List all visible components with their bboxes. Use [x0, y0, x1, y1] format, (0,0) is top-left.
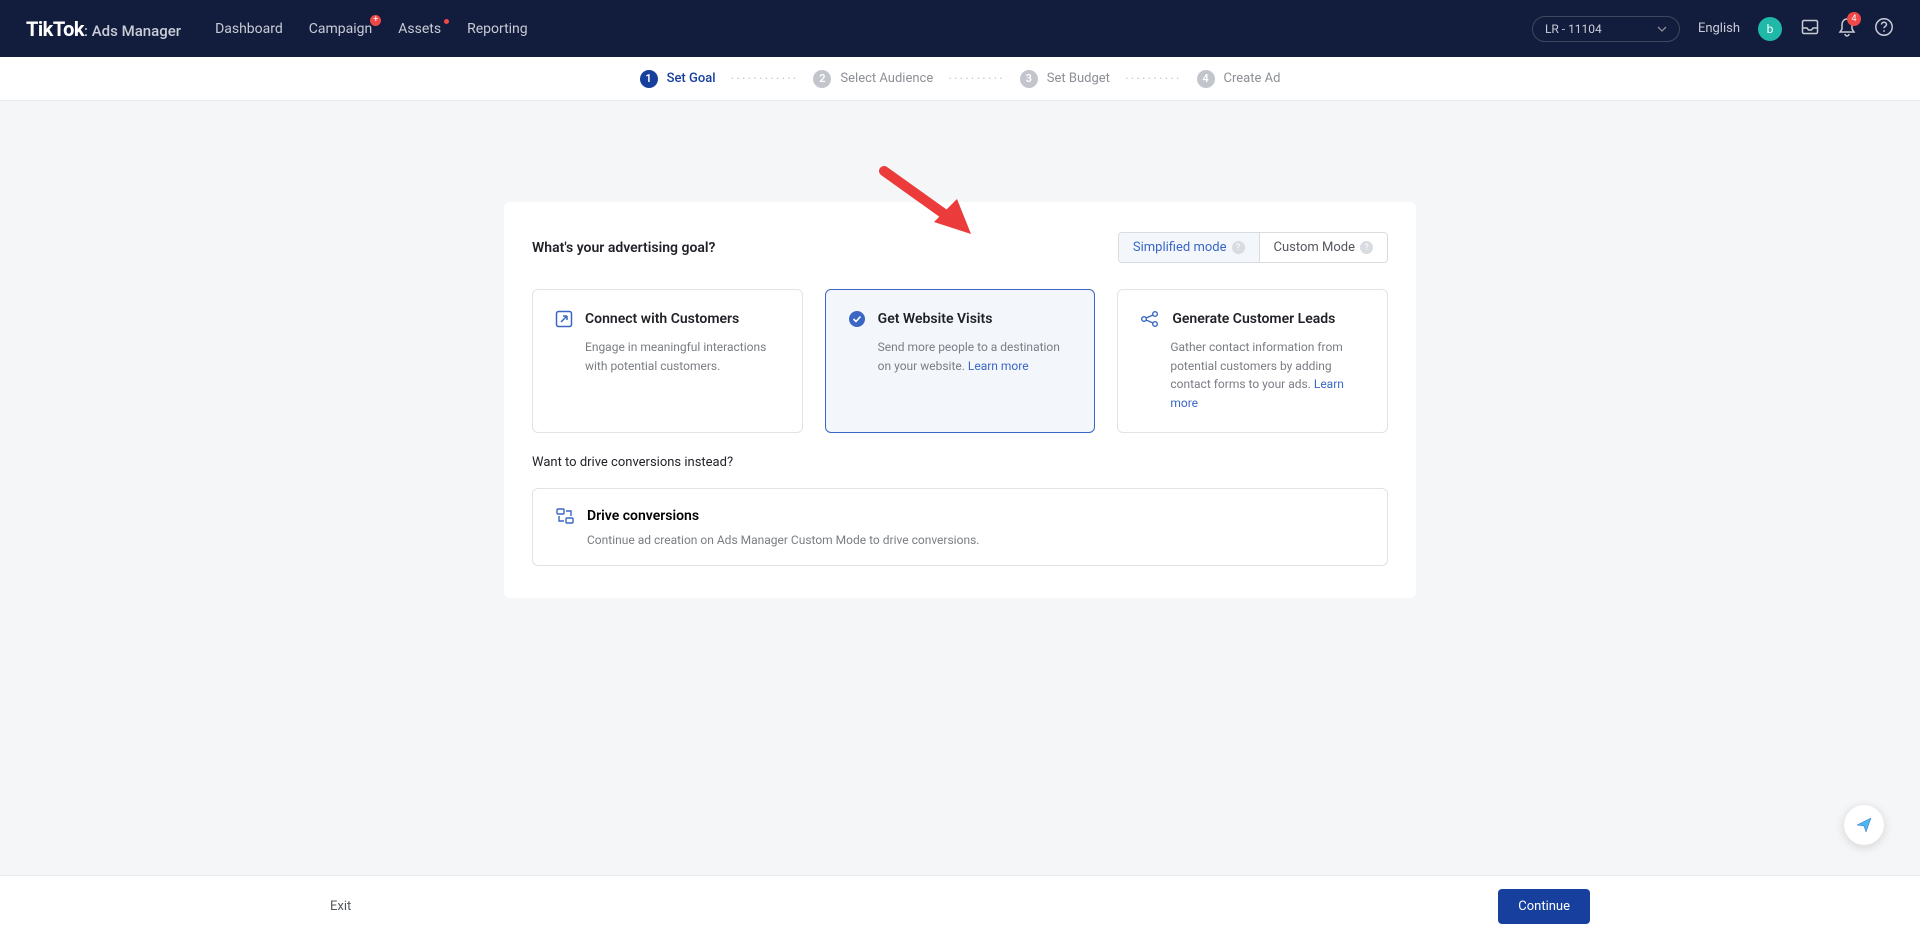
nav-reporting[interactable]: Reporting [467, 21, 528, 37]
goal-title-label: Drive conversions [587, 508, 699, 524]
footer-bar: Exit Continue [0, 875, 1920, 937]
top-navigation-bar: TikTok: Ads Manager Dashboard Campaign +… [0, 0, 1920, 57]
conversions-icon [555, 507, 575, 525]
user-avatar[interactable]: b [1758, 17, 1782, 41]
step-separator-icon: ·········· [1125, 71, 1182, 87]
continue-button[interactable]: Continue [1498, 889, 1590, 924]
notification-count-badge: 4 [1847, 12, 1861, 26]
goal-generate-leads[interactable]: Generate Customer Leads Gather contact i… [1117, 289, 1388, 433]
inbox-icon[interactable] [1800, 17, 1820, 41]
brand-logo: TikTok: Ads Manager [26, 17, 181, 41]
goal-panel: What's your advertising goal? Simplified… [504, 202, 1416, 598]
help-tooltip-icon[interactable]: ? [1232, 241, 1245, 254]
connect-icon [555, 310, 573, 328]
paper-plane-icon [1855, 816, 1873, 834]
nav-dashboard[interactable]: Dashboard [215, 21, 283, 37]
language-selector[interactable]: English [1698, 21, 1740, 36]
step-separator-icon: ·········· [948, 71, 1005, 87]
checkmark-circle-icon [848, 310, 866, 328]
simplified-mode-button[interactable]: Simplified mode ? [1119, 233, 1260, 262]
goal-drive-conversions[interactable]: Drive conversions Continue ad creation o… [532, 488, 1388, 566]
step-select-audience[interactable]: 2 Select Audience [813, 70, 933, 88]
chevron-down-icon [1657, 26, 1667, 32]
exit-button[interactable]: Exit [330, 899, 351, 914]
step-create-ad[interactable]: 4 Create Ad [1197, 70, 1281, 88]
goal-connect-customers[interactable]: Connect with Customers Engage in meaning… [532, 289, 803, 433]
goal-title-label: Connect with Customers [585, 311, 739, 327]
nav-campaign[interactable]: Campaign + [309, 21, 372, 37]
custom-mode-button[interactable]: Custom Mode ? [1260, 233, 1388, 262]
goal-title-label: Get Website Visits [878, 311, 993, 327]
learn-more-link[interactable]: Learn more [968, 359, 1029, 373]
step-set-goal[interactable]: 1 Set Goal [640, 70, 716, 88]
goal-description: Send more people to a destination on you… [848, 338, 1073, 375]
steps-bar: 1 Set Goal ············ 2 Select Audienc… [0, 57, 1920, 101]
goal-description: Continue ad creation on Ads Manager Cust… [555, 533, 1365, 547]
mode-toggle: Simplified mode ? Custom Mode ? [1118, 232, 1388, 263]
help-icon[interactable] [1874, 17, 1894, 41]
dot-badge-icon [444, 19, 449, 24]
nav-assets[interactable]: Assets [398, 21, 441, 37]
help-tooltip-icon[interactable]: ? [1360, 241, 1373, 254]
step-separator-icon: ············ [731, 71, 799, 87]
goal-description: Engage in meaningful interactions with p… [555, 338, 780, 375]
account-selector[interactable]: LR - 11104 [1532, 16, 1680, 42]
plus-badge-icon: + [370, 15, 381, 26]
panel-title: What's your advertising goal? [532, 240, 715, 256]
goal-website-visits[interactable]: Get Website Visits Send more people to a… [825, 289, 1096, 433]
floating-help-button[interactable] [1844, 805, 1884, 845]
sub-heading: Want to drive conversions instead? [532, 455, 1388, 470]
notification-bell-icon[interactable]: 4 [1838, 17, 1856, 41]
share-nodes-icon [1140, 310, 1160, 328]
goal-description: Gather contact information from potentia… [1140, 338, 1365, 412]
step-set-budget[interactable]: 3 Set Budget [1020, 70, 1110, 88]
goal-title-label: Generate Customer Leads [1172, 311, 1335, 327]
